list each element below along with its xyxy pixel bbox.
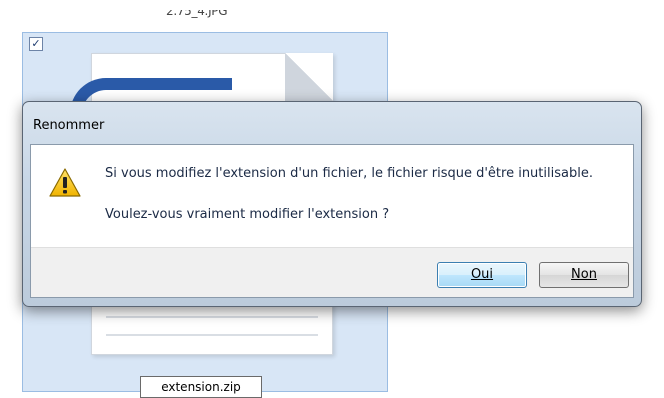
no-button[interactable]: Non (539, 262, 629, 288)
document-line (106, 316, 318, 318)
dialog-title: Renommer (33, 118, 105, 133)
page-fold (285, 53, 333, 101)
message-area: Si vous modifiez l'extension d'un fichie… (31, 145, 633, 247)
rename-dialog: Renommer Si vous modifiez l'extension d'… (22, 101, 642, 307)
file-select-checkbox[interactable]: ✓ (29, 37, 43, 51)
rename-input[interactable]: extension.zip (140, 376, 262, 398)
dialog-content: Si vous modifiez l'extension d'un fichie… (30, 144, 634, 298)
yes-button[interactable]: Oui (437, 262, 527, 288)
file-name-label: 2.75_4.JPG (166, 4, 228, 18)
yes-button-label: Oui (470, 267, 494, 282)
button-bar: Oui Non (31, 247, 633, 297)
warning-icon (49, 168, 81, 197)
confirm-question: Voulez-vous vraiment modifier l'extensio… (105, 207, 390, 222)
no-button-label: Non (571, 267, 597, 282)
document-line (106, 334, 318, 336)
warning-message: Si vous modifiez l'extension d'un fichie… (105, 166, 593, 181)
